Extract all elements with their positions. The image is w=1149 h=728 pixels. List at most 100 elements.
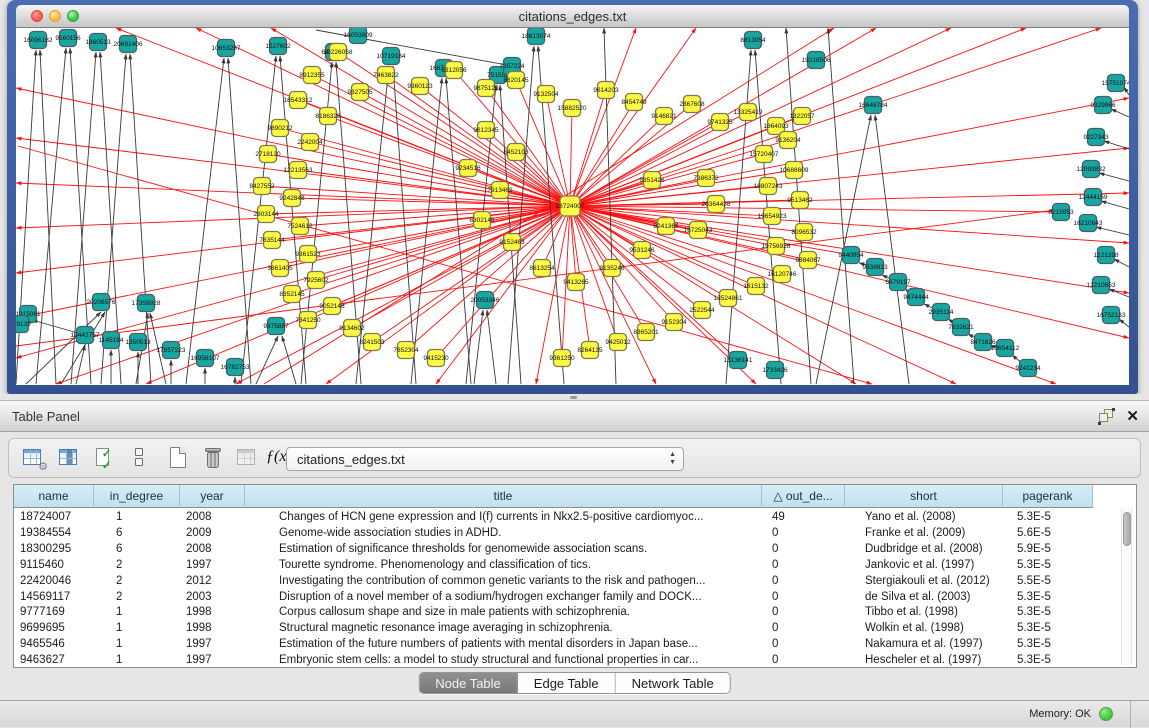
graph-node[interactable]: 9884067 xyxy=(795,252,821,269)
graph-node[interactable]: 16543312 xyxy=(284,92,313,109)
float-panel-button[interactable] xyxy=(1099,409,1115,424)
graph-node[interactable]: 18724007 xyxy=(556,196,585,216)
graph-node[interactable]: 9329966 xyxy=(1090,97,1116,114)
vertical-scrollbar[interactable] xyxy=(1121,509,1132,665)
column-header[interactable]: short xyxy=(845,485,1003,508)
graph-node[interactable]: 8312056 xyxy=(441,62,467,79)
graph-node[interactable]: 9513462 xyxy=(787,192,813,209)
graph-node[interactable]: 16210643 xyxy=(1074,215,1103,232)
delete-table-button[interactable] xyxy=(235,446,259,470)
graph-node[interactable]: 8365201 xyxy=(633,324,659,341)
graph-node[interactable]: 15882520 xyxy=(558,100,587,117)
table-row[interactable]: 1938455462009Genome-wide association stu… xyxy=(14,525,1122,541)
table-row[interactable]: 946362711997Embryonic stem cells: a mode… xyxy=(14,652,1122,668)
graph-node[interactable]: 16958107 xyxy=(191,350,220,367)
column-header[interactable]: title xyxy=(245,485,762,508)
column-header[interactable]: name xyxy=(14,485,94,508)
graph-node[interactable]: 8454749 xyxy=(621,94,647,111)
edit-columns-button[interactable]: ✓✓ xyxy=(93,446,117,470)
graph-node[interactable]: 2803144 xyxy=(253,206,279,223)
graph-node[interactable]: 3861405 xyxy=(267,260,293,277)
graph-node[interactable]: 8264135 xyxy=(577,342,603,359)
close-panel-button[interactable]: ✕ xyxy=(1126,407,1139,425)
graph-node[interactable]: 16053809 xyxy=(344,28,373,44)
delete-column-button[interactable] xyxy=(201,446,225,470)
graph-node[interactable]: 8912355 xyxy=(299,67,325,84)
graph-node[interactable]: 10719184 xyxy=(377,48,406,65)
create-column-button[interactable] xyxy=(167,446,191,470)
graph-node[interactable]: 2522544 xyxy=(689,302,715,319)
graph-node[interactable]: 9741325 xyxy=(707,114,733,131)
network-canvas[interactable]: 1609616295601561860513206914061065328715… xyxy=(16,28,1129,385)
graph-node[interactable]: 7386372 xyxy=(693,170,719,187)
graph-node[interactable]: 20364436 xyxy=(702,196,731,213)
graph-node[interactable]: 1615132 xyxy=(743,278,769,295)
graph-node[interactable]: 2242004 xyxy=(297,134,323,151)
graph-node[interactable]: 9375887 xyxy=(263,318,289,335)
graph-node[interactable]: 9242848 xyxy=(279,190,305,207)
graph-node[interactable]: 1221398 xyxy=(1093,247,1119,264)
graph-node[interactable]: 9241234 xyxy=(1015,360,1041,377)
graph-node[interactable]: 15751074 xyxy=(1102,75,1129,92)
graph-node[interactable]: 9361250 xyxy=(549,350,575,367)
graph-node[interactable]: 9136204 xyxy=(775,132,801,149)
graph-node[interactable]: 6879197 xyxy=(885,274,911,291)
graph-node[interactable]: 12093832 xyxy=(1077,161,1106,178)
graph-node[interactable]: 9132504 xyxy=(533,86,559,103)
graph-node[interactable]: 15720407 xyxy=(750,146,779,163)
graph-node[interactable]: 1350513 xyxy=(125,334,151,351)
graph-node[interactable]: 8215953 xyxy=(1048,204,1074,221)
column-header[interactable]: in_degree xyxy=(94,485,180,508)
tab-node-table[interactable]: Node Table xyxy=(419,673,518,693)
graph-node[interactable]: 17957223 xyxy=(157,342,186,359)
graph-node[interactable]: 1527602 xyxy=(265,38,291,55)
table-row[interactable]: 1456911722003Disruption of a novel membe… xyxy=(14,589,1122,605)
table-row[interactable]: 946554611997Estimation of the future num… xyxy=(14,636,1122,652)
column-header[interactable]: year xyxy=(180,485,245,508)
graph-node[interactable]: 7925602 xyxy=(303,272,329,289)
graph-node[interactable]: 7635144 xyxy=(259,232,285,249)
graph-node[interactable]: 8813054 xyxy=(740,32,766,49)
graph-node[interactable]: 19654923 xyxy=(758,208,787,225)
table-options-button[interactable]: ⚙ xyxy=(21,446,45,470)
graph-node[interactable]: 19218506 xyxy=(802,52,831,69)
graph-node[interactable]: 9890212 xyxy=(267,120,293,137)
graph-node[interactable]: 9440954 xyxy=(838,247,864,264)
graph-node[interactable]: 8427552 xyxy=(249,178,275,195)
graph-node[interactable]: 1145194 xyxy=(99,332,124,349)
graph-node[interactable]: 7632621 xyxy=(948,319,974,336)
graph-node[interactable]: 9146821 xyxy=(651,108,677,125)
graph-node[interactable]: 8186328 xyxy=(315,108,341,125)
graph-node[interactable]: 20691406 xyxy=(114,36,143,53)
column-header[interactable]: pagerank xyxy=(1003,485,1093,508)
graph-node[interactable]: 10688609 xyxy=(780,162,809,179)
graph-node[interactable]: 1733426 xyxy=(762,362,788,379)
graph-node[interactable]: 9351426 xyxy=(639,172,665,189)
graph-node[interactable]: 1322057 xyxy=(789,108,815,125)
citation-network-graph[interactable]: 1609616295601561860513206914061065328715… xyxy=(16,28,1129,385)
graph-node[interactable]: 17359928 xyxy=(132,295,161,312)
graph-node[interactable]: 16096162 xyxy=(24,32,53,49)
graph-node[interactable]: 12213563 xyxy=(284,162,313,179)
table-row[interactable]: 977716911998Corpus callosum shape and si… xyxy=(14,604,1122,620)
splitter-handle-icon[interactable] xyxy=(570,396,577,399)
graph-node[interactable]: 8096532 xyxy=(791,224,817,241)
graph-node[interactable]: 8613254 xyxy=(529,260,555,277)
graph-node[interactable]: 9052148 xyxy=(319,298,345,315)
scrollbar-thumb[interactable] xyxy=(1123,512,1131,546)
table-row[interactable]: 911546021997Tourette syndrome. Phenomeno… xyxy=(14,557,1122,573)
window-titlebar[interactable]: citations_edges.txt xyxy=(16,5,1129,28)
graph-node[interactable]: 9612345 xyxy=(473,122,499,139)
graph-node[interactable]: 9474444 xyxy=(903,289,929,306)
column-header[interactable]: △ out_de... xyxy=(762,485,845,508)
graph-node[interactable]: 16782753 xyxy=(221,359,250,376)
graph-node[interactable]: 9531246 xyxy=(629,242,655,259)
graph-node[interactable]: 7524612 xyxy=(287,218,313,235)
graph-node[interactable]: 9560156 xyxy=(55,30,81,47)
graph-node[interactable]: 20206576 xyxy=(87,294,116,311)
graph-node[interactable]: 12444159 xyxy=(1079,189,1108,206)
graph-node[interactable]: 8302145 xyxy=(469,212,495,229)
graph-node[interactable]: 9425012 xyxy=(605,334,631,351)
graph-node[interactable]: 8620145 xyxy=(503,72,529,89)
graph-node[interactable]: 7341250 xyxy=(295,312,321,329)
